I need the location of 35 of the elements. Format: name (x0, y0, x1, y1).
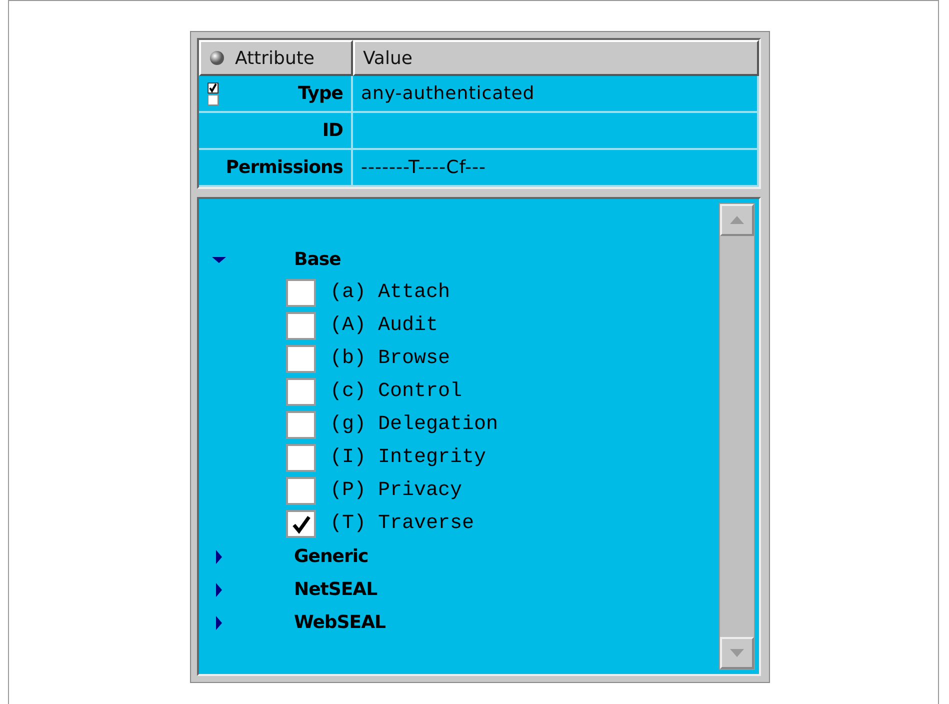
permission-label: (A) Audit (330, 314, 438, 337)
permission-label: (c) Control (330, 380, 462, 403)
category-label[interactable]: WebSEAL (294, 612, 386, 633)
category-label[interactable]: Generic (294, 546, 368, 567)
attribute-cell: Type (199, 76, 353, 113)
permission-label: (g) Delegation (330, 413, 498, 436)
checkbox[interactable] (286, 312, 316, 340)
permission-label: (I) Integrity (330, 446, 486, 469)
checkbox[interactable] (286, 510, 316, 538)
up-arrow-icon (730, 216, 744, 224)
permission-label: (b) Browse (330, 347, 450, 370)
attribute-cell: Permissions (199, 150, 353, 187)
attribute-cell: ID (199, 113, 353, 150)
column-header[interactable]: Value (353, 40, 759, 76)
value-cell[interactable]: -------T----Cf--- (353, 150, 759, 187)
scrollbar[interactable] (719, 203, 755, 670)
checkmark-icon (291, 514, 311, 534)
checkbox[interactable] (286, 344, 316, 372)
checkbox[interactable] (286, 476, 316, 504)
value-cell[interactable] (353, 113, 759, 150)
checkbox[interactable] (286, 444, 316, 472)
permission-label: (a) Attach (330, 281, 450, 304)
permission-label: (T) Traverse (330, 512, 474, 535)
scroll-up-button[interactable] (720, 204, 754, 236)
column-header[interactable]: Attribute (199, 40, 353, 76)
checkbox[interactable] (286, 278, 316, 306)
down-arrow-icon (730, 649, 744, 657)
category-label[interactable]: NetSEAL (294, 579, 378, 600)
sphere-icon (209, 50, 225, 66)
permission-label: (P) Privacy (330, 479, 462, 502)
checkbox[interactable] (286, 410, 316, 438)
value-cell[interactable]: any-authenticated (353, 76, 759, 113)
category-label[interactable]: Base (294, 249, 341, 270)
scroll-down-button[interactable] (720, 637, 754, 669)
checkbox[interactable] (286, 378, 316, 406)
